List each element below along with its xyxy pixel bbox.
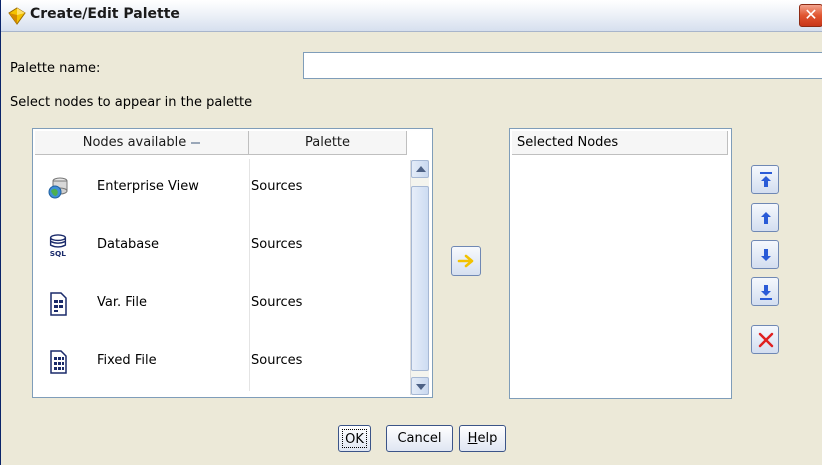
node-palette: Sources bbox=[251, 237, 303, 252]
palette-app-icon bbox=[8, 7, 26, 25]
column-divider bbox=[249, 333, 250, 391]
selected-nodes-header: Selected Nodes bbox=[512, 131, 728, 155]
table-row[interactable]: SQL Database Sources bbox=[35, 217, 407, 275]
move-down-button[interactable] bbox=[751, 240, 779, 269]
select-nodes-label: Select nodes to appear in the palette bbox=[10, 95, 253, 110]
move-to-bottom-button[interactable] bbox=[751, 277, 779, 306]
column-header-palette[interactable]: Palette bbox=[249, 131, 407, 155]
move-to-top-icon bbox=[760, 172, 772, 187]
table-row[interactable]: Enterprise View Sources bbox=[35, 159, 407, 217]
database-sql-icon: SQL bbox=[50, 234, 67, 258]
move-to-top-button[interactable] bbox=[751, 165, 779, 194]
move-to-bottom-icon bbox=[760, 285, 772, 300]
move-down-icon bbox=[761, 249, 771, 261]
sort-indicator-icon bbox=[191, 141, 201, 144]
scroll-thumb[interactable] bbox=[411, 186, 429, 371]
svg-text:SQL: SQL bbox=[50, 249, 67, 258]
palette-name-input[interactable] bbox=[303, 52, 822, 79]
column-divider bbox=[249, 275, 250, 333]
selected-nodes-header-label: Selected Nodes bbox=[517, 135, 619, 150]
table-row[interactable]: Var. File Sources bbox=[35, 275, 407, 333]
help-mnemonic: H bbox=[467, 431, 478, 446]
table-row[interactable]: Fixed File Sources bbox=[35, 333, 407, 391]
cancel-button[interactable]: Cancel bbox=[386, 425, 453, 452]
create-edit-palette-dialog: Create/Edit Palette ✕ Palette name: Sele… bbox=[0, 0, 822, 465]
arrow-right-icon bbox=[457, 254, 474, 268]
column-divider bbox=[249, 217, 250, 275]
move-up-icon bbox=[761, 212, 771, 224]
remove-button[interactable] bbox=[751, 325, 779, 354]
title-bar[interactable]: Create/Edit Palette ✕ bbox=[1, 0, 822, 32]
arrow-down-icon bbox=[416, 384, 426, 390]
column-header-label: Palette bbox=[304, 135, 351, 150]
arrow-up-icon bbox=[416, 166, 426, 172]
node-name: Var. File bbox=[97, 295, 148, 310]
var-file-icon bbox=[50, 292, 67, 316]
palette-name-label: Palette name: bbox=[10, 61, 101, 76]
help-label: elp bbox=[477, 431, 498, 446]
node-palette: Sources bbox=[251, 179, 303, 194]
add-to-selected-button[interactable] bbox=[451, 246, 481, 276]
nodes-available-table: Nodes available Palette Enterprise View … bbox=[32, 128, 433, 398]
scroll-down-button[interactable] bbox=[411, 377, 429, 395]
column-header-label: Nodes available bbox=[82, 135, 187, 150]
ok-button[interactable]: OK bbox=[338, 425, 371, 452]
enterprise-view-icon bbox=[48, 177, 68, 199]
node-palette: Sources bbox=[251, 353, 303, 368]
ok-label: OK bbox=[342, 429, 367, 448]
close-icon: ✕ bbox=[804, 5, 818, 24]
move-up-button[interactable] bbox=[751, 203, 779, 232]
scroll-up-button[interactable] bbox=[411, 160, 429, 178]
remove-x-icon bbox=[758, 332, 774, 348]
cancel-label: Cancel bbox=[397, 431, 442, 446]
column-divider bbox=[249, 159, 250, 217]
window-title: Create/Edit Palette bbox=[30, 6, 180, 22]
node-name: Database bbox=[97, 237, 160, 252]
node-palette: Sources bbox=[251, 295, 303, 310]
fixed-file-icon bbox=[50, 350, 67, 374]
nodes-table-scrollbar[interactable] bbox=[410, 160, 429, 395]
node-name: Enterprise View bbox=[97, 179, 199, 194]
selected-nodes-list[interactable]: Selected Nodes bbox=[509, 128, 732, 399]
help-button[interactable]: Help bbox=[459, 425, 506, 452]
close-button[interactable]: ✕ bbox=[799, 4, 822, 27]
node-name: Fixed File bbox=[97, 353, 157, 368]
column-header-nodes-available[interactable]: Nodes available bbox=[35, 131, 249, 155]
